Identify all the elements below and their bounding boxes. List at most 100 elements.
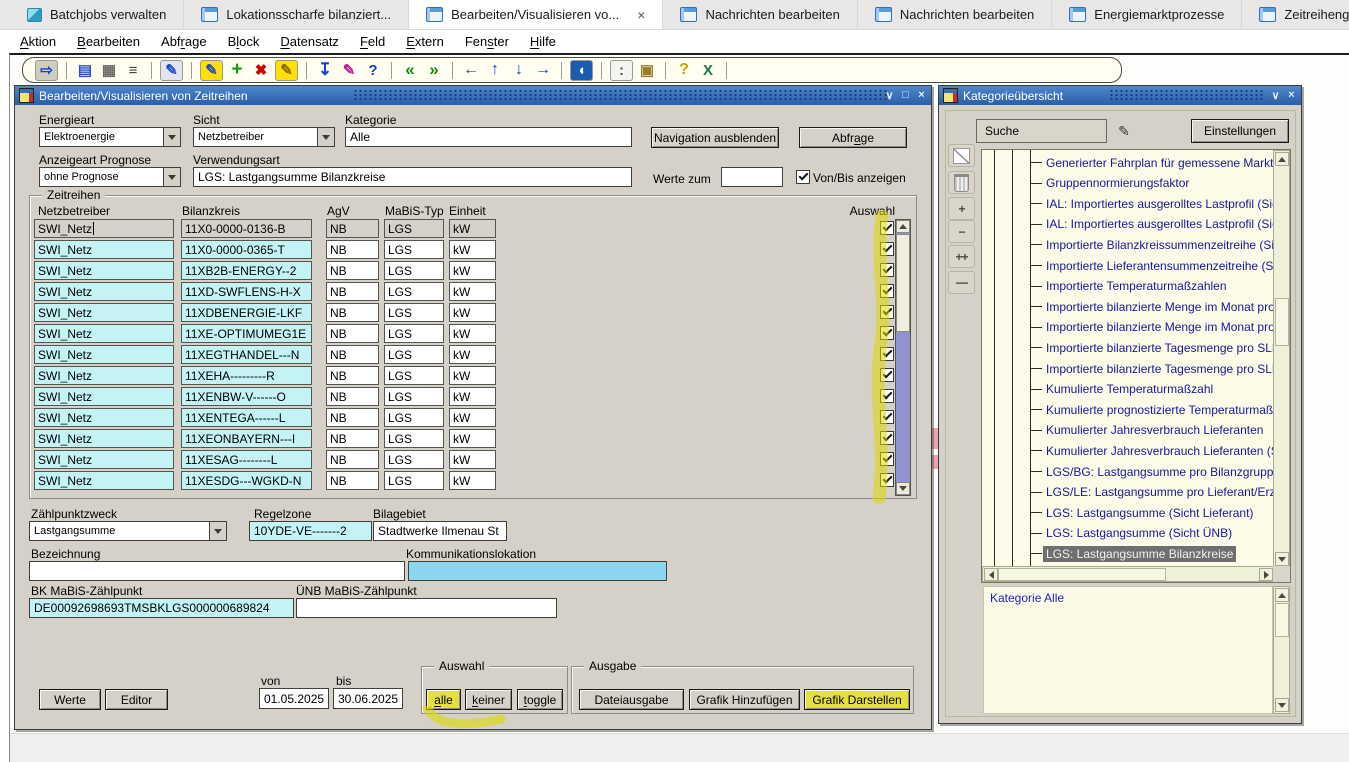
row-checkbox[interactable] — [880, 284, 894, 298]
agv-cell[interactable]: NB — [326, 303, 379, 322]
table-row[interactable]: SWI_Netz11X0-0000-0136-BNBLGSkW — [34, 219, 894, 238]
tab-zeitreihengruppierungen[interactable]: Zeitreihengruppierungen — [1242, 0, 1349, 29]
menu-item-fenster[interactable]: Fenster — [461, 32, 513, 51]
tab-energiemarktprozesse[interactable]: Energiemarktprozesse — [1052, 0, 1242, 29]
tree-item[interactable]: Importierte bilanzierte Menge im Monat p… — [1030, 319, 1291, 336]
collapse-branch-icon[interactable]: −− — [948, 271, 975, 294]
zeitreihen-titlebar[interactable]: Bearbeiten/Visualisieren von Zeitreihen … — [15, 86, 931, 105]
keiner-button[interactable]: keiner — [465, 689, 512, 710]
table-row[interactable]: SWI_Netz11XENTEGA------LNBLGSkW — [34, 408, 894, 427]
anzeigeart-prognose-select[interactable]: ohne Prognose — [39, 167, 181, 187]
table-row[interactable]: SWI_Netz11XESDG---WGKD-NNBLGSkW — [34, 471, 894, 490]
netzbetreiber-cell[interactable]: SWI_Netz — [34, 450, 174, 469]
tree-item[interactable]: Importierte bilanzierte Menge im Monat p… — [1030, 298, 1291, 315]
unb-mabis-field[interactable] — [296, 598, 557, 618]
scroll-up-icon[interactable] — [1275, 152, 1289, 166]
record-properties-icon[interactable]: : — [610, 60, 633, 81]
print-icon[interactable]: ▦ — [97, 59, 121, 81]
nav-left-icon[interactable]: ← — [459, 59, 483, 81]
trash-icon[interactable] — [948, 171, 975, 194]
close-icon[interactable]: × — [915, 88, 928, 102]
agv-cell[interactable]: NB — [326, 282, 379, 301]
print-list-icon[interactable]: ≡ — [121, 59, 145, 81]
menu-item-aktion[interactable]: Aktion — [16, 32, 60, 51]
bilanzkreis-cell[interactable]: 11XE-OPTIMUMEG1E — [181, 324, 312, 343]
menu-item-bearbeiten[interactable]: Bearbeiten — [73, 32, 144, 51]
table-row[interactable]: SWI_Netz 11XESAG--------L NB LGS kW — [34, 450, 894, 469]
tree-item[interactable]: Kumulierte Temperaturmaßzahl — [1030, 381, 1216, 398]
chevron-down-icon[interactable] — [163, 128, 180, 146]
netzbetreiber-cell[interactable]: SWI_Netz — [34, 471, 174, 490]
netzbetreiber-cell[interactable]: SWI_Netz — [34, 408, 174, 427]
scrollbar-thumb[interactable] — [998, 568, 1166, 581]
einheit-cell[interactable]: kW — [449, 303, 496, 322]
window-list-icon[interactable]: ◖ — [570, 60, 593, 81]
abfrage-button[interactable]: Abfrage — [799, 127, 907, 148]
mabis_typ-cell[interactable]: LGS — [384, 429, 444, 448]
collapse-node-icon[interactable]: − — [948, 220, 975, 243]
chevron-down-icon[interactable] — [163, 168, 180, 186]
mabis_typ-cell[interactable]: LGS — [384, 387, 444, 406]
restore-icon[interactable]: □ — [899, 88, 912, 102]
zaehlpunktzweck-select[interactable]: Lastgangsumme — [29, 521, 227, 541]
row-checkbox[interactable] — [880, 473, 894, 487]
exit-form-icon[interactable]: ⇨ — [35, 60, 58, 81]
menu-item-abfrage[interactable]: Abfrage — [157, 32, 211, 51]
insert-record-icon[interactable]: + — [225, 59, 249, 81]
verwendungsart-field[interactable]: LGS: Lastgangsumme Bilanzkreise — [193, 167, 632, 187]
netzbetreiber-cell[interactable]: SWI_Netz — [34, 219, 174, 238]
scroll-up-icon[interactable] — [896, 220, 910, 233]
expand-branch-icon[interactable]: ++ — [948, 245, 975, 268]
bilanzkreis-cell[interactable]: 11XESDG---WGKD-N — [181, 471, 312, 490]
kommunikationslokation-field[interactable] — [408, 561, 667, 581]
kategorie-field[interactable]: Alle — [345, 127, 632, 147]
menu-item-hilfe[interactable]: Hilfe — [526, 32, 560, 51]
help-icon[interactable]: ? — [361, 59, 385, 81]
mabis_typ-cell[interactable]: LGS — [384, 450, 444, 469]
scroll-down-icon[interactable] — [1275, 552, 1289, 566]
einheit-cell[interactable]: kW — [449, 387, 496, 406]
tree-h-scrollbar[interactable] — [982, 566, 1275, 582]
next-block-icon[interactable]: » — [422, 59, 446, 81]
edit-icon[interactable]: ✎ — [337, 59, 361, 81]
table-row[interactable]: SWI_Netz11XENBW-V------ONBLGSkW — [34, 387, 894, 406]
werte-button[interactable]: Werte — [39, 689, 101, 710]
row-checkbox[interactable] — [880, 368, 894, 382]
table-row[interactable]: SWI_Netz11XD-SWFLENS-H-XNBLGSkW — [34, 282, 894, 301]
tab-close-icon[interactable]: × — [637, 7, 645, 23]
tree-item[interactable]: Kumulierte prognostizierte Temperaturmaß… — [1030, 401, 1291, 418]
bilanzkreis-cell[interactable]: 11XEGTHANDEL---N — [181, 345, 312, 364]
minimize-icon[interactable]: ∨ — [1269, 88, 1282, 102]
bilanzkreis-cell[interactable]: 11XD-SWFLENS-H-X — [181, 282, 312, 301]
table-row[interactable]: SWI_Netz11XEHA---------RNBLGSkW — [34, 366, 894, 385]
table-row[interactable]: SWI_Netz11XEONBAYERN---INBLGSkW — [34, 429, 894, 448]
tree-item[interactable]: IAL: Importiertes ausgerolltes Lastprofi… — [1030, 195, 1291, 212]
sicht-select[interactable]: Netzbetreiber — [193, 127, 335, 147]
netzbetreiber-cell[interactable]: SWI_Netz — [34, 429, 174, 448]
scrollbar-thumb[interactable] — [1275, 298, 1289, 346]
row-checkbox[interactable] — [880, 305, 894, 319]
bilanzkreis-cell[interactable]: 11XESAG--------L — [181, 450, 312, 469]
agv-cell[interactable]: NB — [326, 450, 379, 469]
mabis_typ-cell[interactable]: LGS — [384, 471, 444, 490]
bilanzkreis-cell[interactable]: 11XEONBAYERN---I — [181, 429, 312, 448]
bilanzkreis-cell[interactable]: 11XDBENERGIE-LKF — [181, 303, 312, 322]
row-checkbox[interactable] — [880, 389, 894, 403]
minimize-icon[interactable]: ∨ — [883, 88, 896, 102]
tree-item[interactable]: IAL: Importiertes ausgerolltes Lastprofi… — [1030, 216, 1291, 233]
menu-item-feld[interactable]: Feld — [356, 32, 389, 51]
excel-export-icon[interactable]: X — [696, 59, 720, 81]
einheit-cell[interactable]: kW — [449, 240, 496, 259]
scrollbar-thumb[interactable] — [1275, 603, 1289, 637]
tree-item[interactable]: LGS/BG: Lastgangsumme pro Bilanzgruppe — [1030, 463, 1283, 480]
table-row[interactable]: SWI_Netz11XDBENERGIE-LKFNBLGSkW — [34, 303, 894, 322]
agv-cell[interactable]: NB — [326, 471, 379, 490]
paste-icon[interactable]: ▣ — [635, 59, 659, 81]
tree-item[interactable]: Importierte Lieferantensummenzeitreihe (… — [1030, 257, 1291, 274]
einheit-cell[interactable]: kW — [449, 450, 496, 469]
kategorie-titlebar[interactable]: Kategorieübersicht ∨ × — [939, 86, 1301, 105]
dateiausgabe-button[interactable]: Dateiausgabe — [579, 689, 684, 710]
bilanzkreis-cell[interactable]: 11XENTEGA------L — [181, 408, 312, 427]
tree-item[interactable]: LGS: Lastgangsumme (Sicht Lieferant) — [1030, 504, 1256, 521]
alle-button[interactable]: alle — [426, 689, 461, 710]
